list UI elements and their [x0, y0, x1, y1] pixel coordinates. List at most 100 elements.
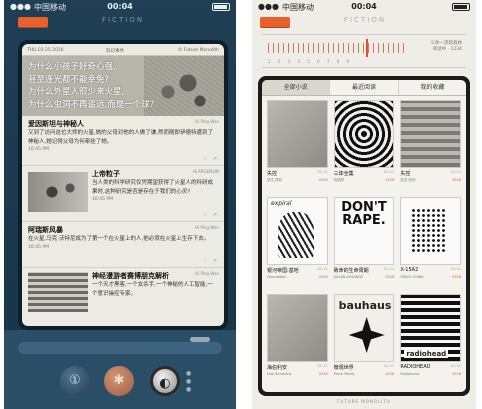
entry-body: 又到了访问这位大师的火星,她的父母对他的人做了谦,然而随即伊德特遭到了神秘人,她… — [28, 130, 213, 145]
cover-title: radiohead — [404, 350, 449, 358]
status-bar: ●●● 中国移动 00:04 — [4, 0, 236, 14]
tab-recent[interactable]: 最近阅读 — [330, 80, 399, 95]
book-year: 2016 — [385, 275, 395, 279]
entry-time: 16:45 PM — [28, 147, 49, 152]
book-author: Radiohead — [400, 372, 419, 376]
cover-title: DON'T RAPE. — [341, 200, 387, 228]
tab-favorites[interactable]: 我的收藏 — [399, 80, 466, 95]
book-year: 2016 — [318, 372, 328, 376]
cover-star-shape — [348, 317, 385, 353]
feed-header: THU.03.25.2016 科幻事件 © Future Monolith — [22, 44, 224, 56]
menu-button[interactable] — [18, 17, 48, 28]
book-title: 微观世界 — [333, 365, 354, 371]
cover-title: expiral — [271, 200, 292, 207]
entry-author: Hi ARGENSIN — [192, 169, 219, 174]
book-cover[interactable]: radiohead — [400, 294, 461, 362]
list-item[interactable]: 神经漫游者赛博朋克解析 一个天才黑客,一个女杀手,一个神秘的人工智能,一个意识操… — [22, 268, 224, 312]
book-item[interactable]: 三体全集 刘慈欣 01-11 2016 — [333, 100, 395, 194]
book-title: X-15A2 — [400, 267, 419, 273]
book-title: 致命的生命周期 — [333, 268, 369, 274]
book-cover[interactable]: bauhaus — [333, 294, 395, 362]
list-item[interactable]: 阿瑞斯风暴 在火星,马克·沃特尼成为了第一个在火星上的人,他必须在火星上生存下去… — [22, 222, 224, 268]
feed-copyright: © Future Monolith — [177, 48, 219, 53]
hero-line: 为什么虫洞不再遥远,而是一个球? — [28, 99, 155, 110]
entry-image — [28, 172, 88, 212]
menu-button[interactable] — [260, 17, 290, 28]
book-title: 失控 — [400, 171, 411, 177]
settings-knob[interactable]: ✱ — [104, 366, 134, 396]
cover-title: bauhaus — [338, 299, 392, 312]
book-item[interactable]: DON'T RAPE. 致命的生命周期 JULIAN ASSANGE 01-11 201… — [333, 197, 395, 291]
list-item[interactable]: 爱因斯坦与神秘人 又到了访问这位大师的火星,她的父母对他的人做了谦,然而随即伊德… — [22, 116, 224, 166]
control-console: ① ✱ ◐ ● ● ● — [4, 330, 236, 409]
book-author: 刘慈欣 — [333, 178, 345, 182]
book-title: 三体全集 — [333, 171, 354, 177]
tab-all-novels[interactable]: 全部小说 — [262, 80, 331, 95]
book-cover[interactable] — [267, 294, 328, 362]
feed-screen[interactable]: THU.03.25.2016 科幻事件 © Future Monolith 为什… — [22, 44, 224, 326]
list-item[interactable]: 上帝粒子 当人类的科学研究仅凭期望获得了火星人的科研成果时,这种研究是否是存在于… — [22, 166, 224, 222]
clock: 00:04 — [107, 2, 133, 11]
volume-knob[interactable]: ◐ — [150, 366, 180, 396]
dial-scale: 1 2 3 4 5 6 7 8 9 — [268, 59, 353, 64]
book-item[interactable]: X-15A2 SPACE CHINA 01-11 2016 — [400, 197, 461, 291]
book-title: 海伯利安 — [267, 365, 288, 371]
book-item[interactable]: radiohead RADIOHEAD Radiohead 01-11 2016 — [400, 294, 461, 388]
book-year: 2016 — [318, 178, 328, 182]
book-year: 2016 — [385, 372, 395, 376]
entry-body: 当人类的科学研究仅凭期望获得了火星人的科研成果时,这种研究是否是存在于我们的心灵… — [92, 180, 214, 195]
book-date: 01-11 — [317, 267, 328, 271]
book-year: 2016 — [452, 178, 461, 182]
screen-bezel: 全部小说 最近阅读 我的收藏 失控 凯文·凯利 01-11 2016 三体全集 刘慈欣 01… — [258, 76, 470, 396]
dial-needle[interactable] — [366, 39, 368, 57]
entry-author: Hi Ping Wen — [195, 119, 219, 124]
book-cover[interactable] — [400, 100, 461, 168]
book-title: 失控 — [267, 171, 278, 177]
app-logo: FICTION — [344, 16, 387, 24]
clock: 00:04 — [351, 2, 377, 11]
book-date: 01-11 — [450, 170, 461, 174]
book-cover[interactable] — [267, 100, 328, 168]
hero-line: 为什么外星人很少来火星, — [28, 87, 125, 97]
entry-image — [28, 272, 88, 312]
book-date: 01-11 — [450, 364, 461, 368]
book-cover[interactable]: DON'T RAPE. — [333, 197, 395, 265]
book-date: 01-11 — [384, 267, 395, 271]
indicator-dots: ● ● ● — [186, 370, 192, 393]
hero-line: 为什么小孩子好奇心强, — [28, 62, 116, 72]
battery-icon — [212, 3, 230, 11]
book-date: 01-11 — [317, 170, 328, 174]
book-date: 01-11 — [450, 267, 461, 271]
book-item[interactable]: 失控 凯文·凯利 01-11 2016 — [267, 100, 328, 194]
book-item[interactable]: expiral 银河帝国:基地 Foundation 01-11 2016 — [267, 197, 328, 291]
book-item[interactable]: bauhaus 微观世界 Micro World 01-11 2016 — [333, 294, 395, 388]
entry-author: Hi Ping Wen — [195, 271, 219, 276]
book-item[interactable]: 海伯利安 Dan Simmons 01-11 2016 — [267, 294, 328, 388]
home-knob[interactable]: ① — [60, 366, 90, 396]
library-screen[interactable]: 全部小说 最近阅读 我的收藏 失控 凯文·凯利 01-11 2016 三体全集 刘慈欣 01… — [262, 80, 466, 392]
entry-actions[interactable]: ♡ ↗ — [203, 156, 219, 162]
console-slot — [190, 337, 210, 342]
book-cover[interactable]: expiral — [267, 197, 328, 265]
featured-article[interactable]: 为什么小孩子好奇心强, 甚至连光都不能幸免? 为什么外星人很少来火星, 为什么虫… — [22, 56, 224, 116]
book-cover[interactable] — [400, 197, 461, 265]
battery-icon — [452, 3, 470, 11]
status-bar: ●●● 中国移动 00:04 — [252, 0, 476, 14]
book-date: 01-11 — [384, 364, 395, 368]
entry-actions[interactable]: ♡ ↗ — [203, 258, 219, 264]
book-date: 01-11 — [384, 170, 395, 174]
reading-dial[interactable]: 三体一黑暗森林 阅读中 · 1234 1 2 3 4 5 6 7 8 9 — [262, 34, 466, 68]
footer-brand: FUTURE MONOLITH — [337, 399, 391, 404]
book-item[interactable]: 失控 凯文·凯利 01-11 2016 — [400, 100, 461, 194]
book-year: 2016 — [452, 275, 461, 279]
book-author: JULIAN ASSANGE — [333, 275, 364, 279]
cover-figure — [278, 212, 314, 258]
entry-body: 在火星,马克·沃特尼成为了第一个在火星上的人,他必须在火星上生存下去。 — [28, 236, 210, 242]
entry-author: Hi Ping Wen — [195, 225, 219, 230]
entry-actions[interactable]: ♡ ↗ — [203, 212, 219, 218]
phone-feed: ●●● 中国移动 00:04 FICTION THU.03.25.2016 科幻… — [4, 0, 236, 409]
book-year: 2016 — [318, 275, 328, 279]
entry-time: 16:45 PM — [28, 244, 49, 250]
book-cover[interactable] — [333, 100, 395, 168]
book-author: Micro World — [333, 372, 355, 376]
